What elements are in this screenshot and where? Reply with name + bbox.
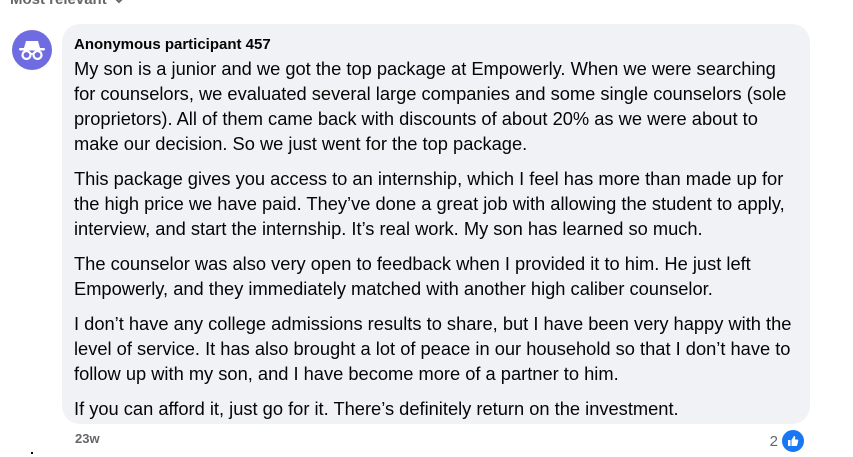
comment-author[interactable]: Anonymous participant 457 [74,36,271,54]
sort-label: Most relevant [10,0,107,8]
incognito-icon [19,41,45,61]
like-icon [780,428,806,454]
comment-paragraph: My son is a junior and we got the top pa… [74,58,787,154]
reaction-summary[interactable]: 2 [770,428,806,454]
sort-dropdown[interactable]: Most relevant [10,0,125,8]
comment-bubble: Anonymous participant 457 My son is a ju… [62,24,810,424]
chevron-down-icon [115,0,122,3]
comment-timestamp[interactable]: 23w [75,431,100,446]
divider-dot [31,452,33,454]
avatar[interactable] [12,30,52,70]
reaction-count: 2 [769,432,778,450]
comment-paragraph: If you can afford it, just go for it. Th… [74,398,679,419]
comment-paragraph: This package gives you access to an inte… [74,168,785,239]
comment-paragraph: The counselor was also very open to feed… [74,253,751,299]
comment-paragraph: I don’t have any college admissions resu… [74,313,792,384]
